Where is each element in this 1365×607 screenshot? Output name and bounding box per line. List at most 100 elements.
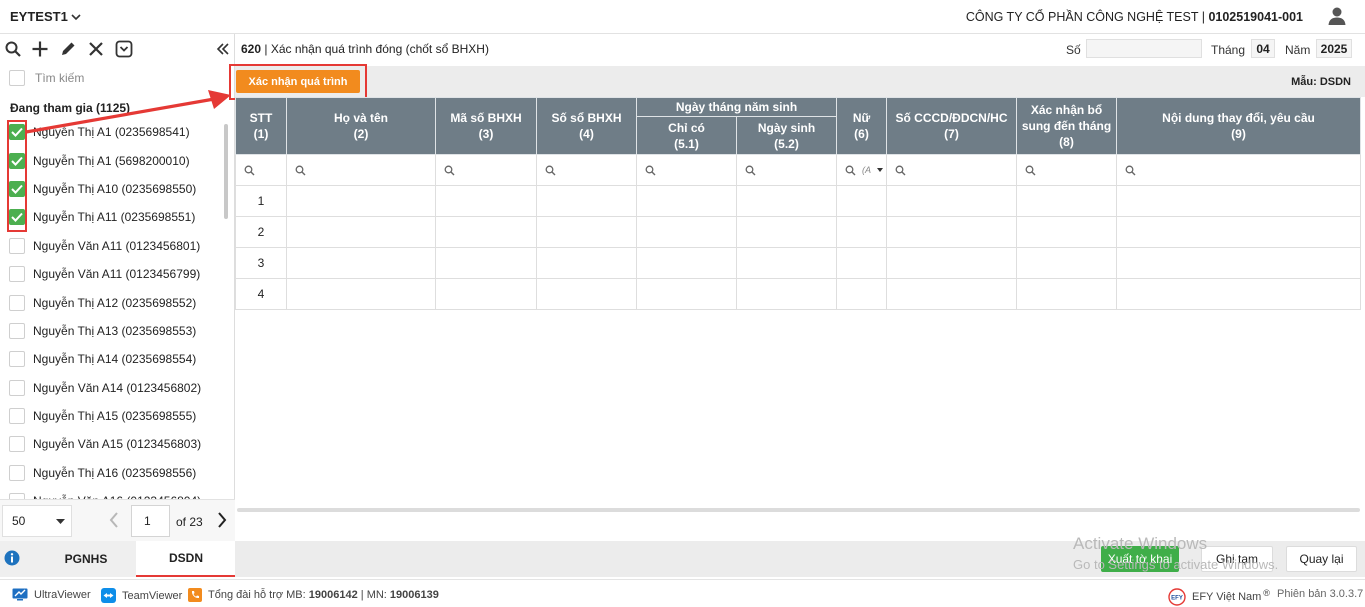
col-header-id-number: Số CCCD/ĐDCN/HC (7): [886, 97, 1018, 155]
table-cell[interactable]: [735, 278, 838, 310]
member-checkbox[interactable]: [9, 379, 25, 396]
table-cell[interactable]: [886, 185, 1018, 217]
member-item[interactable]: Nguyễn Văn A16 (0123456804): [0, 487, 228, 499]
filter-cell[interactable]: [536, 154, 637, 186]
prev-page-icon[interactable]: [108, 511, 120, 529]
member-checkbox[interactable]: [9, 408, 25, 425]
table-row[interactable]: 1: [235, 185, 1362, 217]
filter-search-icon: [444, 165, 455, 175]
table-cell[interactable]: [636, 216, 737, 248]
ultraviewer-link[interactable]: UltraViewer: [12, 588, 91, 601]
member-checkbox[interactable]: [9, 237, 25, 254]
table-cell[interactable]: [1116, 247, 1362, 279]
app-switcher[interactable]: EYTEST1: [10, 9, 81, 24]
member-checkbox[interactable]: [9, 266, 25, 283]
table-cell[interactable]: [435, 216, 537, 248]
member-item[interactable]: Nguyễn Văn A11 (0123456799): [0, 260, 228, 288]
filter-cell[interactable]: [1016, 154, 1118, 186]
member-item[interactable]: Nguyễn Văn A11 (0123456801): [0, 232, 228, 260]
member-item[interactable]: Nguyễn Văn A14 (0123456802): [0, 374, 228, 402]
table-cell[interactable]: [1116, 216, 1362, 248]
search-icon[interactable]: [4, 40, 22, 58]
table-cell[interactable]: [536, 216, 637, 248]
tab-dsdn[interactable]: DSDN: [136, 541, 236, 577]
member-item[interactable]: Nguyễn Thị A16 (0235698556): [0, 459, 228, 487]
member-checkbox[interactable]: [9, 294, 25, 311]
table-cell[interactable]: [735, 247, 838, 279]
filter-cell[interactable]: [636, 154, 737, 186]
member-item[interactable]: Nguyễn Thị A14 (0235698554): [0, 345, 228, 373]
table-cell[interactable]: [536, 278, 637, 310]
year-field[interactable]: 2025: [1316, 39, 1352, 58]
table-cell[interactable]: [1116, 185, 1362, 217]
info-icon[interactable]: [4, 550, 20, 566]
so-field[interactable]: [1086, 39, 1202, 58]
member-item[interactable]: Nguyễn Thị A10 (0235698550): [0, 175, 228, 203]
table-cell[interactable]: [1116, 278, 1362, 310]
table-cell[interactable]: [836, 216, 888, 248]
add-icon[interactable]: [31, 40, 49, 58]
collapse-panel-icon[interactable]: [216, 40, 234, 58]
member-item[interactable]: Nguyễn Thị A12 (0235698552): [0, 288, 228, 316]
select-all-checkbox[interactable]: [9, 70, 25, 86]
table-cell[interactable]: [735, 185, 838, 217]
grid-horizontal-scrollbar[interactable]: [237, 508, 1360, 512]
table-cell[interactable]: [286, 278, 436, 310]
table-cell[interactable]: [636, 247, 737, 279]
next-page-icon[interactable]: [216, 511, 228, 529]
table-cell[interactable]: [636, 185, 737, 217]
user-icon[interactable]: [1327, 6, 1347, 26]
table-cell[interactable]: [286, 247, 436, 279]
filter-cell[interactable]: [286, 154, 436, 186]
tab-pgnhs[interactable]: PGNHS: [36, 541, 136, 577]
back-button[interactable]: Quay lại: [1286, 546, 1357, 572]
table-row[interactable]: 2: [235, 216, 1362, 248]
table-cell[interactable]: [636, 278, 737, 310]
filter-cell[interactable]: [235, 154, 287, 186]
edit-icon[interactable]: [59, 40, 77, 58]
member-checkbox[interactable]: [9, 464, 25, 481]
table-cell[interactable]: [435, 185, 537, 217]
table-cell[interactable]: [435, 278, 537, 310]
filter-cell[interactable]: [886, 154, 1018, 186]
filter-cell[interactable]: [735, 154, 838, 186]
month-field[interactable]: 04: [1251, 39, 1275, 58]
member-item[interactable]: Nguyễn Thị A13 (0235698553): [0, 317, 228, 345]
table-cell[interactable]: [886, 216, 1018, 248]
table-cell[interactable]: [1016, 185, 1118, 217]
table-cell[interactable]: [1016, 216, 1118, 248]
search-input[interactable]: Tìm kiếm: [35, 71, 84, 85]
table-cell[interactable]: [886, 247, 1018, 279]
table-cell[interactable]: [836, 278, 888, 310]
member-item[interactable]: Nguyễn Thị A1 (5698200010): [0, 146, 228, 174]
dropdown-box-icon[interactable]: [115, 40, 133, 58]
table-cell[interactable]: [536, 247, 637, 279]
table-cell[interactable]: [886, 278, 1018, 310]
filter-cell[interactable]: (A: [836, 154, 888, 186]
filter-cell[interactable]: [435, 154, 537, 186]
table-cell[interactable]: [1016, 278, 1118, 310]
member-checkbox[interactable]: [9, 322, 25, 339]
delete-icon[interactable]: [87, 40, 105, 58]
table-cell[interactable]: [286, 185, 436, 217]
table-cell[interactable]: [1016, 247, 1118, 279]
table-cell[interactable]: [536, 185, 637, 217]
page-size-select[interactable]: 50: [2, 505, 72, 537]
teamviewer-link[interactable]: TeamViewer: [101, 588, 182, 603]
member-item[interactable]: Nguyễn Thị A15 (0235698555): [0, 402, 228, 430]
page-number-input[interactable]: 1: [131, 505, 170, 537]
member-item[interactable]: Nguyễn Thị A11 (0235698551): [0, 203, 228, 231]
table-row[interactable]: 4: [235, 278, 1362, 310]
member-checkbox[interactable]: [9, 436, 25, 453]
member-checkbox[interactable]: [9, 351, 25, 368]
list-scrollbar[interactable]: [224, 124, 228, 219]
filter-cell[interactable]: [1116, 154, 1362, 186]
table-cell[interactable]: [836, 185, 888, 217]
table-cell[interactable]: [836, 247, 888, 279]
table-cell[interactable]: [286, 216, 436, 248]
table-row[interactable]: 3: [235, 247, 1362, 279]
table-cell[interactable]: [735, 216, 838, 248]
table-cell[interactable]: [435, 247, 537, 279]
member-item[interactable]: Nguyễn Văn A15 (0123456803): [0, 430, 228, 458]
month-label: Tháng: [1211, 43, 1246, 57]
